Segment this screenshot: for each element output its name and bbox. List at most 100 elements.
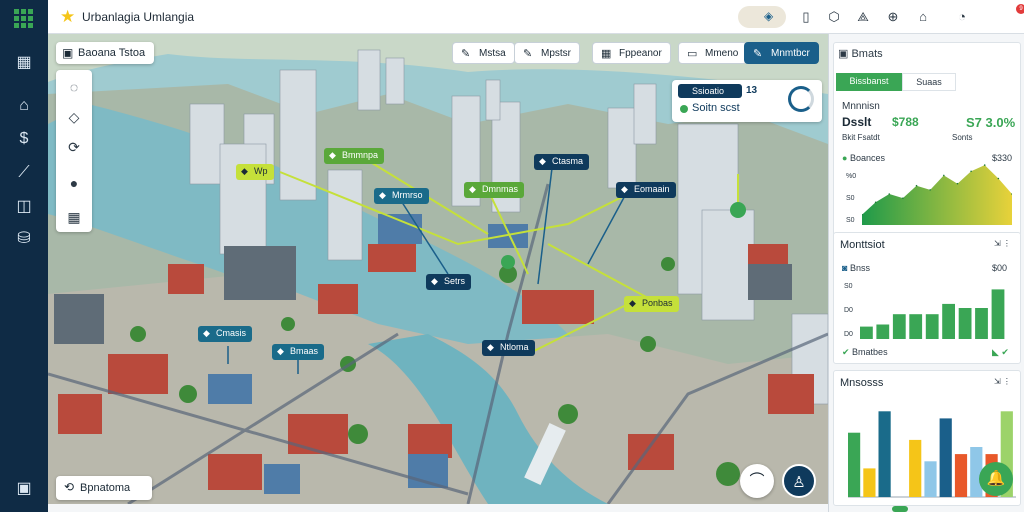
pin-icon: ◆ (487, 342, 494, 352)
location-info-card[interactable]: Ssioatio 13 Soitn scst (672, 80, 822, 122)
expand-icon[interactable]: ◣ ✔ (992, 347, 1009, 358)
toolbar-label: Mnmtbcr (771, 48, 810, 59)
map-label[interactable]: ◆ Ponbas (624, 296, 679, 312)
map-pin-toggle[interactable]: ◈ (738, 6, 786, 28)
card1-tick: S0 (846, 217, 855, 224)
more-icon[interactable]: ⇲ ⋮ (994, 239, 1011, 248)
monitoring-card: Monttsiot ⇲ ⋮ ◙ Bnss $00 S0 D0 D0 ✔ Bmat… (833, 232, 1021, 364)
map-label[interactable]: ◆ Ntloma (482, 340, 535, 356)
area-point (888, 193, 891, 195)
bar (958, 308, 972, 339)
area-point (874, 201, 877, 204)
status-dot (680, 105, 688, 113)
map-pin-icon: ◈ (764, 9, 774, 23)
blob-icon[interactable]: ● (65, 174, 83, 192)
map-label[interactable]: ◆ Setrs (426, 274, 472, 290)
scrollbar-thumb[interactable] (892, 506, 908, 512)
pencil-icon: ✎ (523, 48, 533, 60)
database-icon[interactable]: ⛁ (13, 228, 35, 250)
card1-tick: S0 (846, 195, 855, 202)
clipboard-icon[interactable]: ▯ (797, 8, 815, 26)
drawing-tools-panel: ◌ ◇ ⟳ ● ▦ (56, 70, 92, 232)
bell-icon: 🔔 (986, 470, 1006, 487)
card2-title: Monttsiot (840, 239, 885, 251)
summary-small-left: Bkit Fsatdt (842, 133, 880, 142)
user-button[interactable]: ♙ (782, 464, 816, 498)
card1-label: ● Boances (842, 153, 885, 163)
home-icon[interactable]: ⌂ (914, 8, 932, 26)
card2-label: ◙ Bnss (842, 263, 870, 273)
map-label[interactable]: ◆ Wp (236, 164, 274, 180)
area-point (997, 177, 1000, 180)
pin-icon: ◆ (241, 166, 248, 176)
card2-tick: D0 (844, 331, 853, 338)
city-map-3d[interactable]: ▣ Baoana Tstoa ◌ ◇ ⟳ ● ▦ ✎ Mstsa ✎ Mpsts… (48, 34, 828, 504)
search-label: Bpnatoma (80, 482, 131, 494)
bar (909, 314, 923, 339)
map-label[interactable]: ◆ Mrmrso (374, 188, 429, 204)
toolbar-button-3[interactable]: ▦ Fppeanor (592, 42, 671, 64)
export-icon[interactable]: ▣ (13, 478, 35, 500)
toolbar-button-1[interactable]: ✎ Mstsa (452, 42, 515, 64)
info-value: 13 (746, 85, 758, 96)
table-icon[interactable]: ▦ (65, 208, 83, 226)
tab-secondary[interactable]: Suaas (902, 73, 956, 91)
area-point (929, 189, 931, 191)
shield-icon[interactable]: ⬡ (825, 8, 843, 26)
dollar-icon[interactable]: $ (13, 128, 35, 150)
map-label[interactable]: ◆ Bmaas (272, 344, 325, 360)
transform-icon[interactable]: ⟳ (65, 138, 83, 156)
toolbar-button-4[interactable]: ▭ Mmeno (678, 42, 748, 64)
location-button[interactable]: ⌒ (740, 464, 774, 498)
map-label[interactable]: ◆ Ctasma (534, 154, 590, 170)
summary-right-value: S7 3.0% (966, 115, 1016, 130)
map-label[interactable]: ◆ Bmmnpa (324, 148, 385, 164)
bar (878, 411, 891, 497)
notification-button[interactable]: 🔔 (979, 462, 1013, 496)
pin-icon: ◆ (203, 328, 210, 338)
bar (892, 314, 906, 339)
map-search-button[interactable]: ⟲ Bpnatoma (56, 476, 152, 500)
toolbar-label: Mmeno (705, 48, 739, 59)
info-subtitle: Soitn scst (692, 102, 740, 114)
translate-icon[interactable]: ⟁ (854, 8, 872, 26)
bar (991, 289, 1005, 339)
card1-tick: %0 (846, 173, 857, 180)
pin-icon: ◆ (431, 276, 438, 286)
map-label[interactable]: ◆ Cmasis (198, 326, 253, 342)
bar (939, 418, 952, 497)
summary-small-right: Sonts (952, 133, 973, 142)
bell-icon[interactable]: ◔ (953, 8, 971, 26)
polygon-icon[interactable]: ◇ (65, 108, 83, 126)
map-label[interactable]: ◆ Eomaain (616, 182, 676, 198)
user-icon: ♙ (792, 474, 806, 491)
pin-icon: ◆ (277, 346, 284, 356)
more-icon[interactable]: ⇲ ⋮ (994, 377, 1011, 386)
summary-left-label: Mnnnisn (842, 101, 880, 112)
layers-icon[interactable]: ◫ (13, 196, 35, 218)
check-icon: ● (842, 153, 850, 163)
tab-primary[interactable]: Bissbanst (836, 73, 902, 91)
map-icon[interactable]: ▦ (13, 52, 35, 74)
chart-icon[interactable]: ⟋ (13, 162, 35, 184)
card2-footer: ✔ Bmatbes (842, 347, 888, 357)
toolbar-button-5[interactable]: ✎ Mnmtbcr (744, 42, 819, 64)
bar (954, 454, 968, 497)
area-point (915, 184, 918, 187)
area-point (956, 182, 959, 185)
star-icon[interactable]: ★ (60, 7, 75, 27)
info-tag: Ssioatio (678, 84, 742, 98)
grid-menu-icon[interactable] (13, 8, 35, 30)
gamepad-icon[interactable]: ⊕ (884, 8, 902, 26)
summary-left-value: Dsslt (842, 115, 872, 129)
pencil-icon: ✎ (753, 48, 763, 60)
home-icon[interactable]: ⌂ (13, 95, 35, 117)
lasso-icon[interactable]: ◌ (65, 78, 83, 96)
card3-title: Mnsosss (840, 377, 884, 389)
summary-card: ▣ Bmats Bissbanst Suaas Mnnnisn Dsslt $7… (833, 42, 1021, 236)
pin-icon: ◆ (629, 298, 636, 308)
card2-tick: D0 (844, 307, 853, 314)
map-label[interactable]: ◆ Dmnmas (464, 182, 525, 198)
panel-icon: ▣ (838, 48, 852, 60)
toolbar-button-2[interactable]: ✎ Mpstsr (514, 42, 580, 64)
